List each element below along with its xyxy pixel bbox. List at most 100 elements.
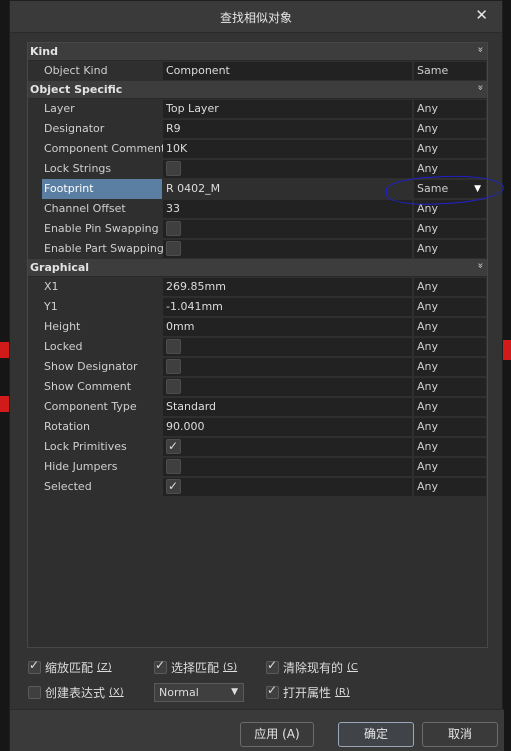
match-dropdown[interactable]: Any (414, 358, 486, 376)
collapse-chevron-icon[interactable]: » (474, 46, 485, 52)
property-name[interactable]: Layer (28, 99, 162, 119)
create-expression-checkbox[interactable] (28, 686, 41, 699)
property-checkbox[interactable] (166, 459, 181, 474)
property-name[interactable]: X1 (28, 277, 162, 297)
property-name[interactable]: Hide Jumpers (28, 457, 162, 477)
close-icon[interactable]: ✕ (475, 6, 488, 24)
select-matching-checkbox[interactable]: ✓ (154, 658, 167, 674)
property-row: Enable Pin Swapping Any (28, 219, 487, 239)
section-header[interactable]: Graphical » (28, 259, 487, 277)
match-dropdown[interactable]: Any (414, 140, 486, 158)
property-name[interactable]: Rotation (28, 417, 162, 437)
clear-existing-option[interactable]: ✓ 清除现有的 (C (266, 658, 358, 676)
mask-mode-select[interactable]: Normal ▼ (154, 683, 244, 702)
property-checkbox-cell[interactable] (163, 338, 412, 356)
property-name[interactable]: Enable Part Swapping (28, 239, 164, 259)
cancel-button[interactable]: 取消 (422, 722, 498, 747)
property-checkbox[interactable] (166, 339, 181, 354)
property-value[interactable]: R 0402_M (163, 180, 412, 198)
match-value: Any (417, 162, 439, 175)
match-dropdown[interactable]: Any (414, 318, 486, 336)
match-dropdown[interactable]: Any (414, 438, 486, 456)
property-checkbox[interactable] (166, 379, 181, 394)
property-name[interactable]: Enable Pin Swapping (28, 219, 162, 239)
property-row: Hide Jumpers Any (28, 457, 487, 477)
dropdown-arrow-icon: ▼ (231, 687, 238, 697)
open-properties-checkbox[interactable]: ✓ (266, 683, 279, 699)
property-name[interactable]: Lock Strings (28, 159, 162, 179)
match-dropdown[interactable]: Any (414, 338, 486, 356)
property-checkbox-cell[interactable] (163, 458, 412, 476)
property-value[interactable]: Component (163, 62, 412, 80)
section-header[interactable]: Kind » (28, 43, 487, 61)
property-checkbox[interactable] (166, 241, 181, 256)
match-value: Any (417, 360, 439, 373)
zoom-matching-shortcut: (Z) (97, 662, 112, 673)
property-name[interactable]: Y1 (28, 297, 162, 317)
match-dropdown[interactable]: Any (414, 298, 486, 316)
match-dropdown[interactable]: Same (414, 62, 486, 80)
match-dropdown[interactable]: Any (414, 478, 486, 496)
match-dropdown[interactable]: Any (414, 278, 486, 296)
property-checkbox[interactable]: ✓ (166, 439, 181, 454)
match-value: Any (417, 222, 439, 235)
property-value[interactable]: Standard (163, 398, 412, 416)
clear-existing-checkbox[interactable]: ✓ (266, 658, 279, 674)
match-dropdown[interactable]: Any (414, 418, 486, 436)
property-name[interactable]: Footprint (42, 179, 162, 199)
property-value[interactable]: 90.000 (163, 418, 412, 436)
property-row: X1 269.85mm Any (28, 277, 487, 297)
property-checkbox-cell[interactable] (163, 160, 412, 178)
select-matching-option[interactable]: ✓ 选择匹配 (S) (154, 658, 237, 676)
property-name[interactable]: Show Designator (28, 357, 162, 377)
collapse-chevron-icon[interactable]: » (474, 84, 485, 90)
match-value: Any (417, 320, 439, 333)
property-checkbox[interactable]: ✓ (166, 479, 181, 494)
dialog-title: 查找相似对象 (219, 11, 292, 25)
create-expression-option[interactable]: 创建表达式 (X) (28, 684, 124, 701)
property-name[interactable]: Locked (28, 337, 162, 357)
property-checkbox-cell[interactable] (163, 378, 412, 396)
check-icon: ✓ (155, 658, 166, 672)
property-value[interactable]: -1.041mm (163, 298, 412, 316)
match-dropdown[interactable]: Any (414, 120, 486, 138)
collapse-chevron-icon[interactable]: » (474, 262, 485, 268)
property-name[interactable]: Designator (28, 119, 162, 139)
apply-button[interactable]: 应用 (A) (240, 722, 314, 747)
property-name[interactable]: Height (28, 317, 162, 337)
match-dropdown[interactable]: Any (414, 100, 486, 118)
property-checkbox[interactable] (166, 359, 181, 374)
property-value[interactable]: 10K (163, 140, 412, 158)
section-header[interactable]: Object Specific » (28, 81, 487, 99)
ok-button[interactable]: 确定 (338, 722, 414, 747)
match-dropdown[interactable]: Any (414, 398, 486, 416)
property-name[interactable]: Component Comment (28, 139, 165, 159)
property-row: Y1 -1.041mm Any (28, 297, 487, 317)
property-value[interactable]: 0mm (163, 318, 412, 336)
property-name[interactable]: Selected (28, 477, 162, 497)
property-name[interactable]: Show Comment (28, 377, 162, 397)
property-name[interactable]: Channel Offset (28, 199, 162, 219)
property-value[interactable]: 269.85mm (163, 278, 412, 296)
check-icon: ✓ (267, 658, 278, 672)
property-value[interactable]: Top Layer (163, 100, 412, 118)
property-checkbox[interactable] (166, 161, 181, 176)
property-name[interactable]: Component Type (28, 397, 162, 417)
property-checkbox-cell[interactable] (163, 220, 412, 238)
property-checkbox[interactable] (166, 221, 181, 236)
property-value[interactable]: R9 (163, 120, 412, 138)
property-checkbox-cell[interactable] (163, 240, 412, 258)
property-checkbox-cell[interactable]: ✓ (163, 478, 412, 496)
match-dropdown[interactable]: Any (414, 240, 486, 258)
zoom-matching-checkbox[interactable]: ✓ (28, 658, 41, 674)
open-properties-option[interactable]: ✓ 打开属性 (R) (266, 683, 350, 701)
property-checkbox-cell[interactable]: ✓ (163, 438, 412, 456)
match-dropdown[interactable]: Any (414, 458, 486, 476)
property-value[interactable]: 33 (163, 200, 412, 218)
match-dropdown[interactable]: Any (414, 378, 486, 396)
property-checkbox-cell[interactable] (163, 358, 412, 376)
zoom-matching-option[interactable]: ✓ 缩放匹配 (Z) (28, 658, 112, 676)
property-name[interactable]: Lock Primitives (28, 437, 162, 457)
match-dropdown[interactable]: Any (414, 220, 486, 238)
property-name[interactable]: Object Kind (28, 61, 162, 81)
